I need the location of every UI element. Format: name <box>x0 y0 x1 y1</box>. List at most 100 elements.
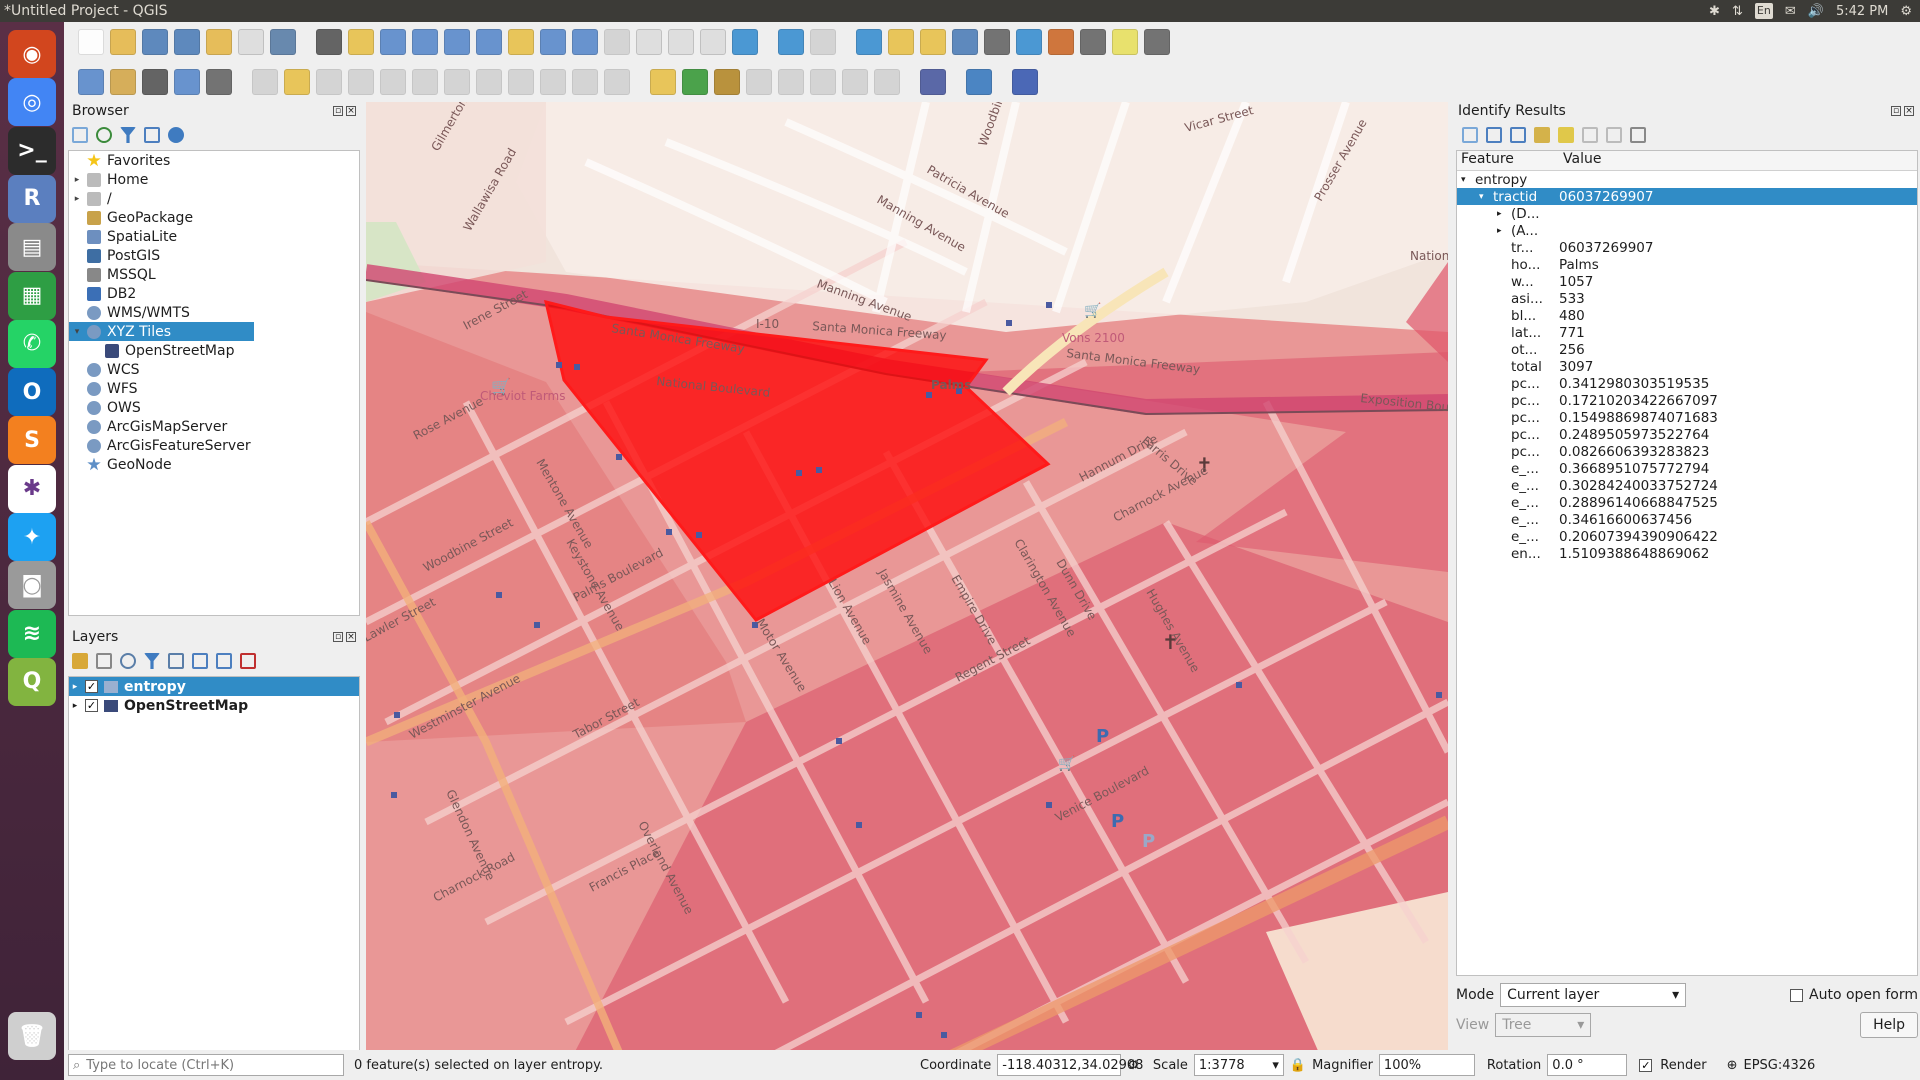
main-tool-icon-23[interactable] <box>778 29 804 55</box>
edit-tool-icon-25[interactable] <box>842 69 868 95</box>
spreadsheet-icon[interactable]: ▦ <box>8 271 56 320</box>
identify-row[interactable]: lat... 771 <box>1457 324 1917 341</box>
edit-tool-icon-20[interactable] <box>682 69 708 95</box>
browser-item-wcs[interactable]: WCS <box>69 360 359 379</box>
identify-row[interactable]: pc... 0.3412980303519535 <box>1457 375 1917 392</box>
visibility-icon[interactable] <box>120 653 136 669</box>
rotation-field[interactable]: 0.0 ° <box>1547 1054 1628 1076</box>
crs-label[interactable]: EPSG:4326 <box>1743 1058 1815 1073</box>
main-tool-icon-17[interactable] <box>604 29 630 55</box>
dropbox-icon[interactable]: ✱ <box>1709 4 1720 19</box>
magnifier-field[interactable]: 100% <box>1378 1054 1475 1076</box>
identify-mode-icon[interactable] <box>1630 127 1646 143</box>
map-canvas[interactable]: P P P 🛒 🛒 🛒 ✝ ✝ Santa Monica Freeway San… <box>366 102 1448 1069</box>
edit-tool-icon-26[interactable] <box>874 69 900 95</box>
clock[interactable]: 5:42 PM <box>1836 4 1888 19</box>
main-tool-icon-3[interactable] <box>174 29 200 55</box>
slack-icon[interactable]: ✱ <box>8 464 56 513</box>
main-tool-icon-9[interactable] <box>348 29 374 55</box>
edit-tool-icon-13[interactable] <box>476 69 502 95</box>
float-icon[interactable]: ▫ <box>333 632 343 642</box>
main-tool-icon-21[interactable] <box>732 29 758 55</box>
mail-icon[interactable]: ✉ <box>1785 4 1796 19</box>
main-tool-icon-32[interactable] <box>1048 29 1074 55</box>
main-tool-icon-35[interactable] <box>1144 29 1170 55</box>
chevron-right-icon[interactable]: ▸ <box>69 701 81 711</box>
identify-row[interactable]: ot... 256 <box>1457 341 1917 358</box>
main-tool-icon-16[interactable] <box>572 29 598 55</box>
feature-column-header[interactable]: Feature <box>1457 151 1559 170</box>
browser-item-wms-wmts[interactable]: WMS/WMTS <box>69 303 359 322</box>
identify-row[interactable]: bl... 480 <box>1457 307 1917 324</box>
edit-tool-icon-2[interactable] <box>142 69 168 95</box>
chevron-right-icon[interactable]: ▸ <box>1497 226 1511 236</box>
main-tool-icon-26[interactable] <box>856 29 882 55</box>
main-tool-icon-18[interactable] <box>636 29 662 55</box>
main-tool-icon-0[interactable] <box>78 29 104 55</box>
identify-row[interactable]: asi... 533 <box>1457 290 1917 307</box>
trash-icon[interactable]: 🗑 <box>8 1012 56 1060</box>
power-icon[interactable]: ⚙ <box>1900 4 1912 19</box>
add-group-icon[interactable] <box>96 653 112 669</box>
qgis-icon[interactable]: Q <box>8 657 56 706</box>
outlook-icon[interactable]: O <box>8 368 56 417</box>
main-tool-icon-30[interactable] <box>984 29 1010 55</box>
expand-tree-icon[interactable] <box>1462 127 1478 143</box>
identify-row[interactable]: ho... Palms <box>1457 256 1917 273</box>
files-icon[interactable]: ▤ <box>8 223 56 272</box>
edit-tool-icon-23[interactable] <box>778 69 804 95</box>
edit-tool-icon-21[interactable] <box>714 69 740 95</box>
close-icon[interactable]: × <box>346 632 356 642</box>
main-tool-icon-12[interactable] <box>444 29 470 55</box>
edit-tool-icon-6[interactable] <box>252 69 278 95</box>
edit-tool-icon-15[interactable] <box>540 69 566 95</box>
value-column-header[interactable]: Value <box>1559 151 1601 170</box>
edit-tool-icon-22[interactable] <box>746 69 772 95</box>
browser-item-geonode[interactable]: GeoNode <box>69 455 359 474</box>
style-icon[interactable] <box>72 653 88 669</box>
browser-item-[interactable]: ▸ / <box>69 189 359 208</box>
crs-icon[interactable]: ⊕ <box>1727 1058 1738 1073</box>
float-icon[interactable]: ▫ <box>1891 106 1901 116</box>
browser-item-favorites[interactable]: Favorites <box>69 151 359 170</box>
layer-visibility-checkbox[interactable]: ✓ <box>85 680 98 693</box>
browser-item-home[interactable]: ▸ Home <box>69 170 359 189</box>
main-tool-icon-20[interactable] <box>700 29 726 55</box>
chevron-right-icon[interactable]: ▸ <box>71 175 83 185</box>
r-icon[interactable]: R <box>8 174 56 223</box>
collapse-all-icon[interactable] <box>144 127 160 143</box>
main-tool-icon-29[interactable] <box>952 29 978 55</box>
identify-row[interactable]: e_... 0.28896140668847525 <box>1457 494 1917 511</box>
locator-input[interactable]: ⌕ Type to locate (Ctrl+K) <box>68 1054 344 1076</box>
network-icon[interactable]: ⇅ <box>1732 4 1743 19</box>
main-tool-icon-8[interactable] <box>316 29 342 55</box>
main-tool-icon-19[interactable] <box>668 29 694 55</box>
add-layer-icon[interactable] <box>72 127 88 143</box>
edit-tool-icon-9[interactable] <box>348 69 374 95</box>
identify-row[interactable]: e_... 0.34616600637456 <box>1457 511 1917 528</box>
layer-visibility-checkbox[interactable]: ✓ <box>85 699 98 712</box>
chevron-right-icon[interactable]: ▸ <box>1497 209 1511 219</box>
scale-select[interactable]: 1:3778 ▾ <box>1193 1054 1284 1076</box>
main-tool-icon-11[interactable] <box>412 29 438 55</box>
edit-tool-icon-11[interactable] <box>412 69 438 95</box>
whatsapp-icon[interactable]: ✆ <box>8 319 56 368</box>
main-tool-icon-24[interactable] <box>810 29 836 55</box>
edit-tool-icon-12[interactable] <box>444 69 470 95</box>
chevron-right-icon[interactable]: ▸ <box>71 194 83 204</box>
twitter-icon[interactable]: ✦ <box>8 513 56 561</box>
expand-all-icon[interactable] <box>192 653 208 669</box>
render-checkbox[interactable]: ✓ <box>1639 1058 1653 1072</box>
sublime-icon[interactable]: S <box>8 416 56 465</box>
layer-openstreetmap[interactable]: ▸ ✓ OpenStreetMap <box>69 696 359 715</box>
browser-item-spatialite[interactable]: SpatiaLite <box>69 227 359 246</box>
info-icon[interactable] <box>168 127 184 143</box>
chrome-icon[interactable]: ◎ <box>8 78 56 127</box>
browser-item-db2[interactable]: DB2 <box>69 284 359 303</box>
map-svg[interactable]: P P P 🛒 🛒 🛒 ✝ ✝ Santa Monica Freeway San… <box>366 102 1448 1069</box>
collapse-all-icon[interactable] <box>216 653 232 669</box>
main-tool-icon-1[interactable] <box>110 29 136 55</box>
filter-expression-icon[interactable] <box>168 653 184 669</box>
main-tool-icon-15[interactable] <box>540 29 566 55</box>
filter-icon[interactable] <box>120 127 136 143</box>
